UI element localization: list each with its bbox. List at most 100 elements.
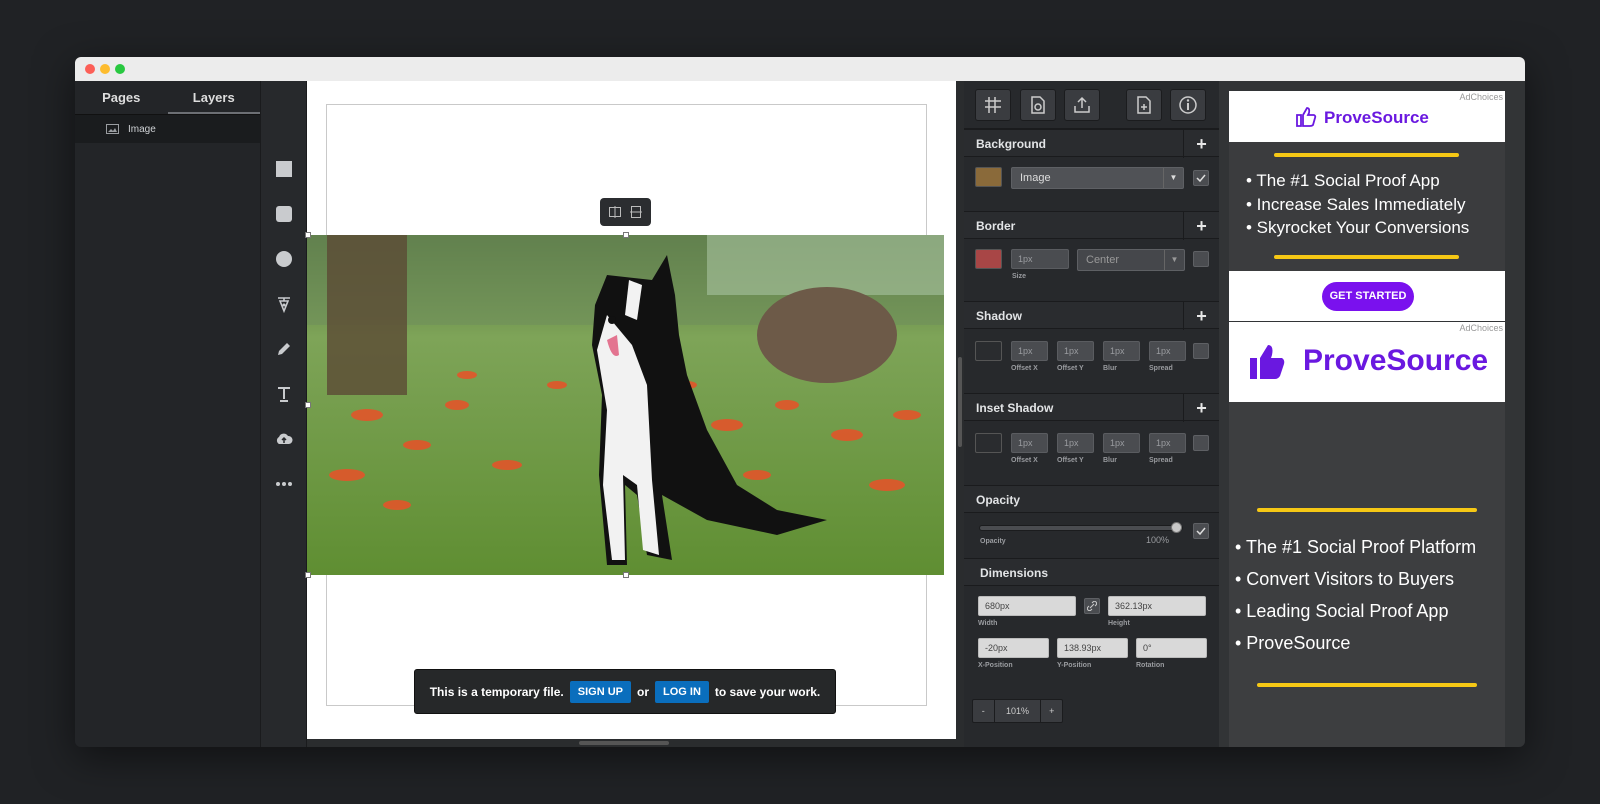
border-enabled-checkbox[interactable] bbox=[1193, 251, 1209, 267]
border-position-select[interactable]: Center ▼ bbox=[1077, 249, 1185, 271]
flip-horizontal-icon[interactable] bbox=[606, 203, 624, 221]
link-dimensions-icon[interactable] bbox=[1084, 598, 1100, 614]
background-image-thumbnail[interactable] bbox=[975, 167, 1002, 187]
ad-bullet: • Leading Social Proof App bbox=[1235, 601, 1449, 621]
shadow-spread-input[interactable]: 1px bbox=[1149, 341, 1186, 361]
border-position-value: Center bbox=[1086, 254, 1120, 266]
shadow-enabled-checkbox[interactable] bbox=[1193, 343, 1209, 359]
border-title: Border bbox=[976, 219, 1016, 233]
dimensions-title: Dimensions bbox=[980, 566, 1049, 580]
scroll-thumb[interactable] bbox=[579, 741, 669, 745]
scroll-thumb[interactable] bbox=[958, 357, 962, 447]
layer-item[interactable]: Image bbox=[75, 115, 260, 143]
decorative-stroke bbox=[1257, 508, 1477, 512]
shadow-label: Blur bbox=[1103, 365, 1117, 372]
add-inset-shadow-button[interactable]: + bbox=[1183, 394, 1219, 422]
inset-blur-input[interactable]: 1px bbox=[1103, 433, 1140, 453]
opacity-value: 100% bbox=[1146, 535, 1170, 545]
banner-text-end: to save your work. bbox=[714, 684, 821, 699]
background-enabled-checkbox[interactable] bbox=[1193, 170, 1209, 186]
shadow-label: Offset X bbox=[1011, 365, 1038, 372]
add-shadow-button[interactable]: + bbox=[1183, 302, 1219, 330]
tab-pages[interactable]: Pages bbox=[75, 81, 168, 114]
shadow-blur-input[interactable]: 1px bbox=[1103, 341, 1140, 361]
minimize-window-button[interactable] bbox=[100, 64, 110, 74]
dog-photo[interactable] bbox=[307, 235, 944, 575]
sign-up-button[interactable]: SIGN UP bbox=[569, 680, 631, 703]
rotation-input[interactable]: 0° bbox=[1136, 638, 1207, 658]
inset-spread-input[interactable]: 1px bbox=[1149, 433, 1186, 453]
shadow-color-swatch[interactable] bbox=[975, 341, 1002, 361]
shadow-offset-y-input[interactable]: 1px bbox=[1057, 341, 1094, 361]
maximize-window-button[interactable] bbox=[115, 64, 125, 74]
height-input[interactable]: 362.13px bbox=[1108, 596, 1206, 616]
shadow-label: Spread bbox=[1149, 365, 1173, 372]
close-window-button[interactable] bbox=[85, 64, 95, 74]
width-label: Width bbox=[978, 620, 998, 627]
inset-offset-y-input[interactable]: 1px bbox=[1057, 433, 1094, 453]
grid-icon[interactable] bbox=[975, 89, 1011, 121]
banner-or: or bbox=[637, 684, 649, 699]
opacity-slider-knob[interactable] bbox=[1171, 522, 1182, 533]
flip-vertical-icon[interactable] bbox=[627, 203, 645, 221]
border-size-input[interactable]: 1px bbox=[1011, 249, 1069, 269]
x-position-input[interactable]: -20px bbox=[978, 638, 1049, 658]
shape-toolbar bbox=[260, 81, 307, 747]
advertisement[interactable]: AdChoices ProveSource • The #1 Social Pr… bbox=[1229, 322, 1505, 747]
zoom-in-button[interactable]: + bbox=[1040, 700, 1062, 722]
resize-handle[interactable] bbox=[305, 232, 311, 238]
advertisement[interactable]: AdChoices ProveSource • The #1 Social Pr… bbox=[1229, 91, 1505, 321]
get-started-button[interactable]: GET STARTED bbox=[1322, 282, 1414, 311]
rectangle-icon[interactable] bbox=[274, 159, 294, 179]
ad-cta-band: GET STARTED bbox=[1229, 271, 1505, 321]
resize-handle[interactable] bbox=[305, 572, 311, 578]
resize-handle[interactable] bbox=[623, 232, 629, 238]
ad-header: AdChoices ProveSource bbox=[1229, 91, 1505, 142]
y-position-label: Y-Position bbox=[1057, 662, 1092, 669]
title-bar bbox=[75, 57, 1525, 81]
circle-icon[interactable] bbox=[274, 249, 294, 269]
chevron-down-icon: ▼ bbox=[1164, 250, 1184, 270]
add-background-button[interactable]: + bbox=[1183, 130, 1219, 158]
add-page-icon[interactable] bbox=[1126, 89, 1162, 121]
ad-bullet: • Increase Sales Immediately bbox=[1246, 195, 1466, 214]
page-settings-icon[interactable] bbox=[1020, 89, 1056, 121]
export-icon[interactable] bbox=[1064, 89, 1100, 121]
opacity-slider[interactable] bbox=[979, 522, 1183, 533]
opacity-enabled-checkbox[interactable] bbox=[1193, 523, 1209, 539]
y-position-input[interactable]: 138.93px bbox=[1057, 638, 1128, 658]
zoom-out-button[interactable]: - bbox=[973, 700, 995, 722]
resize-handle[interactable] bbox=[305, 402, 311, 408]
inset-shadow-color-swatch[interactable] bbox=[975, 433, 1002, 453]
width-input[interactable]: 680px bbox=[978, 596, 1076, 616]
app-window: Pages Layers Image This is a temporary f… bbox=[75, 57, 1525, 747]
x-position-label: X-Position bbox=[978, 662, 1013, 669]
ad-column: AdChoices ProveSource • The #1 Social Pr… bbox=[1219, 81, 1525, 747]
info-icon[interactable] bbox=[1170, 89, 1206, 121]
inset-offset-x-input[interactable]: 1px bbox=[1011, 433, 1048, 453]
adchoices-label[interactable]: AdChoices bbox=[1459, 92, 1503, 102]
pen-tool-icon[interactable] bbox=[274, 294, 294, 314]
shadow-offset-x-input[interactable]: 1px bbox=[1011, 341, 1048, 361]
add-border-button[interactable]: + bbox=[1183, 212, 1219, 240]
adchoices-label[interactable]: AdChoices bbox=[1459, 323, 1503, 333]
pencil-icon[interactable] bbox=[274, 339, 294, 359]
border-color-swatch[interactable] bbox=[975, 249, 1002, 269]
upload-cloud-icon[interactable] bbox=[274, 429, 294, 449]
design-canvas[interactable]: This is a temporary file. SIGN UP or LOG… bbox=[305, 81, 956, 747]
text-icon[interactable] bbox=[274, 384, 294, 404]
more-icon[interactable] bbox=[274, 474, 294, 494]
rotation-label: Rotation bbox=[1136, 662, 1165, 669]
ad-header: AdChoices ProveSource bbox=[1229, 322, 1505, 402]
inset-shadow-enabled-checkbox[interactable] bbox=[1193, 435, 1209, 451]
vertical-scrollbar[interactable] bbox=[956, 81, 964, 747]
ad-bullet: • Skyrocket Your Conversions bbox=[1246, 218, 1470, 237]
tab-layers[interactable]: Layers bbox=[167, 81, 260, 114]
inset-shadow-label: Blur bbox=[1103, 457, 1117, 464]
banner-text: This is a temporary file. bbox=[429, 684, 564, 699]
background-type-select[interactable]: Image ▼ bbox=[1011, 167, 1184, 189]
rounded-rectangle-icon[interactable] bbox=[274, 204, 294, 224]
log-in-button[interactable]: LOG IN bbox=[655, 680, 709, 703]
resize-handle[interactable] bbox=[623, 572, 629, 578]
horizontal-scrollbar[interactable] bbox=[307, 739, 956, 747]
